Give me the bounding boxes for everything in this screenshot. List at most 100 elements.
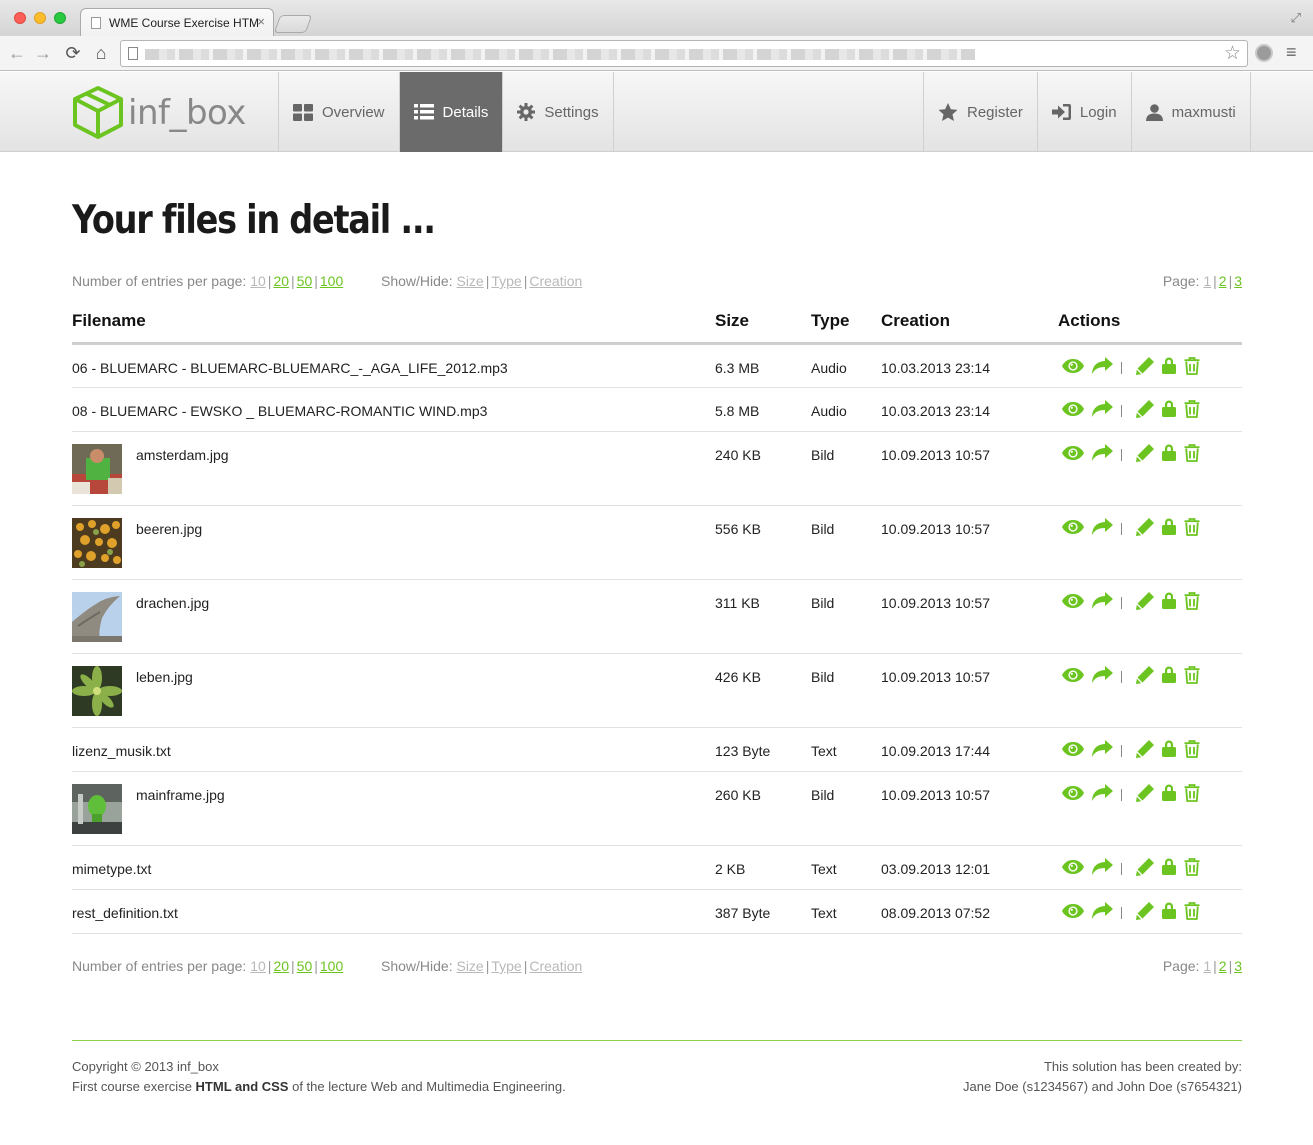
- lock-icon[interactable]: [1162, 784, 1176, 801]
- trash-icon[interactable]: [1184, 591, 1200, 610]
- browser-tab[interactable]: WME Course Exercise HTM ×: [80, 8, 274, 36]
- table-row[interactable]: beeren.jpg 556 KB Bild 10.09.2013 10:57: [72, 505, 1242, 580]
- edit-icon[interactable]: [1136, 356, 1154, 375]
- edit-icon[interactable]: [1136, 783, 1154, 802]
- file-thumbnail[interactable]: [72, 517, 122, 568]
- page-link-1[interactable]: 1: [1203, 958, 1211, 974]
- edit-icon[interactable]: [1136, 517, 1154, 536]
- table-row[interactable]: amsterdam.jpg 240 KB Bild 10.09.2013 10:57: [72, 431, 1242, 506]
- new-tab-button[interactable]: [273, 15, 313, 33]
- table-row[interactable]: 06 - BLUEMARC - BLUEMARC-BLUEMARC_-_AGA_…: [72, 343, 1242, 388]
- window-minimize-button[interactable]: [34, 12, 46, 24]
- share-icon[interactable]: [1092, 518, 1113, 535]
- entries-option-100[interactable]: 100: [320, 958, 343, 974]
- table-row[interactable]: lizenz_musik.txt 123 Byte Text 10.09.2013 1…: [72, 727, 1242, 772]
- edit-icon[interactable]: [1136, 399, 1154, 418]
- trash-icon[interactable]: [1184, 356, 1200, 375]
- column-header-type[interactable]: Type: [811, 301, 881, 345]
- file-thumbnail[interactable]: [72, 783, 122, 834]
- forward-button[interactable]: →: [32, 42, 54, 64]
- toggle-type-column[interactable]: Type: [491, 273, 521, 289]
- reload-button[interactable]: ⟳: [62, 42, 84, 64]
- eye-icon[interactable]: [1062, 903, 1084, 918]
- file-thumbnail[interactable]: [72, 443, 122, 494]
- page-link-3[interactable]: 3: [1234, 273, 1242, 289]
- entries-option-20[interactable]: 20: [273, 958, 289, 974]
- site-logo[interactable]: inf_box: [72, 85, 246, 141]
- share-icon[interactable]: [1092, 740, 1113, 757]
- edit-icon[interactable]: [1136, 739, 1154, 758]
- filename-text[interactable]: lizenz_musik.txt: [72, 728, 715, 759]
- lock-icon[interactable]: [1162, 740, 1176, 757]
- trash-icon[interactable]: [1184, 517, 1200, 536]
- table-row[interactable]: leben.jpg 426 KB Bild 10.09.2013 10:57: [72, 653, 1242, 728]
- filename-text[interactable]: amsterdam.jpg: [136, 432, 229, 494]
- filename-text[interactable]: mainframe.jpg: [136, 772, 225, 834]
- edit-icon[interactable]: [1136, 591, 1154, 610]
- share-icon[interactable]: [1092, 357, 1113, 374]
- lock-icon[interactable]: [1162, 357, 1176, 374]
- trash-icon[interactable]: [1184, 783, 1200, 802]
- eye-icon[interactable]: [1062, 519, 1084, 534]
- eye-icon[interactable]: [1062, 401, 1084, 416]
- filename-text[interactable]: 06 - BLUEMARC - BLUEMARC-BLUEMARC_-_AGA_…: [72, 345, 715, 376]
- table-row[interactable]: mimetype.txt 2 KB Text 03.09.2013 12:01: [72, 845, 1242, 890]
- lock-icon[interactable]: [1162, 858, 1176, 875]
- share-icon[interactable]: [1092, 902, 1113, 919]
- window-maximize-button[interactable]: [54, 12, 66, 24]
- trash-icon[interactable]: [1184, 739, 1200, 758]
- nav-settings[interactable]: Settings: [502, 72, 614, 152]
- nav-overview[interactable]: Overview: [278, 72, 399, 152]
- fullscreen-icon[interactable]: ⤢: [1291, 10, 1301, 26]
- file-thumbnail[interactable]: [72, 665, 122, 716]
- toggle-creation-column[interactable]: Creation: [529, 958, 582, 974]
- eye-icon[interactable]: [1062, 593, 1084, 608]
- lock-icon[interactable]: [1162, 666, 1176, 683]
- back-button[interactable]: ←: [6, 42, 28, 64]
- entries-option-20[interactable]: 20: [273, 273, 289, 289]
- edit-icon[interactable]: [1136, 901, 1154, 920]
- page-link-2[interactable]: 2: [1219, 958, 1227, 974]
- entries-option-10[interactable]: 10: [250, 273, 266, 289]
- toggle-size-column[interactable]: Size: [456, 273, 483, 289]
- table-row[interactable]: drachen.jpg 311 KB Bild 10.09.2013 10:57: [72, 579, 1242, 654]
- column-header-creation[interactable]: Creation: [881, 301, 1058, 345]
- table-row[interactable]: mainframe.jpg 260 KB Bild 10.09.2013 10:57: [72, 771, 1242, 846]
- share-icon[interactable]: [1092, 784, 1113, 801]
- filename-text[interactable]: 08 - BLUEMARC - EWSKO _ BLUEMARC-ROMANTI…: [72, 388, 715, 419]
- eye-icon[interactable]: [1062, 785, 1084, 800]
- home-button[interactable]: ⌂: [90, 42, 112, 64]
- lock-icon[interactable]: [1162, 592, 1176, 609]
- trash-icon[interactable]: [1184, 399, 1200, 418]
- eye-icon[interactable]: [1062, 859, 1084, 874]
- trash-icon[interactable]: [1184, 901, 1200, 920]
- file-thumbnail[interactable]: [72, 591, 122, 642]
- entries-option-50[interactable]: 50: [297, 958, 313, 974]
- toggle-type-column[interactable]: Type: [491, 958, 521, 974]
- lock-icon[interactable]: [1162, 444, 1176, 461]
- nav-login[interactable]: Login: [1036, 72, 1131, 152]
- column-header-size[interactable]: Size: [715, 301, 811, 345]
- nav-details[interactable]: Details: [398, 72, 503, 152]
- page-link-3[interactable]: 3: [1234, 958, 1242, 974]
- trash-icon[interactable]: [1184, 665, 1200, 684]
- entries-option-100[interactable]: 100: [320, 273, 343, 289]
- table-row[interactable]: 08 - BLUEMARC - EWSKO _ BLUEMARC-ROMANTI…: [72, 387, 1242, 432]
- lock-icon[interactable]: [1162, 902, 1176, 919]
- table-row[interactable]: rest_definition.txt 387 Byte Text 08.09.201…: [72, 889, 1242, 934]
- share-icon[interactable]: [1092, 666, 1113, 683]
- trash-icon[interactable]: [1184, 443, 1200, 462]
- nav-user[interactable]: maxmusti: [1130, 72, 1251, 152]
- trash-icon[interactable]: [1184, 857, 1200, 876]
- window-close-button[interactable]: [14, 12, 26, 24]
- bookmark-star-icon[interactable]: ☆: [1224, 42, 1241, 65]
- eye-icon[interactable]: [1062, 445, 1084, 460]
- edit-icon[interactable]: [1136, 665, 1154, 684]
- page-link-2[interactable]: 2: [1219, 273, 1227, 289]
- edit-icon[interactable]: [1136, 443, 1154, 462]
- toggle-size-column[interactable]: Size: [456, 958, 483, 974]
- filename-text[interactable]: leben.jpg: [136, 654, 193, 716]
- address-bar[interactable]: ☆: [120, 40, 1248, 67]
- extension-icon[interactable]: [1255, 44, 1273, 62]
- browser-menu-icon[interactable]: ≡: [1286, 42, 1297, 63]
